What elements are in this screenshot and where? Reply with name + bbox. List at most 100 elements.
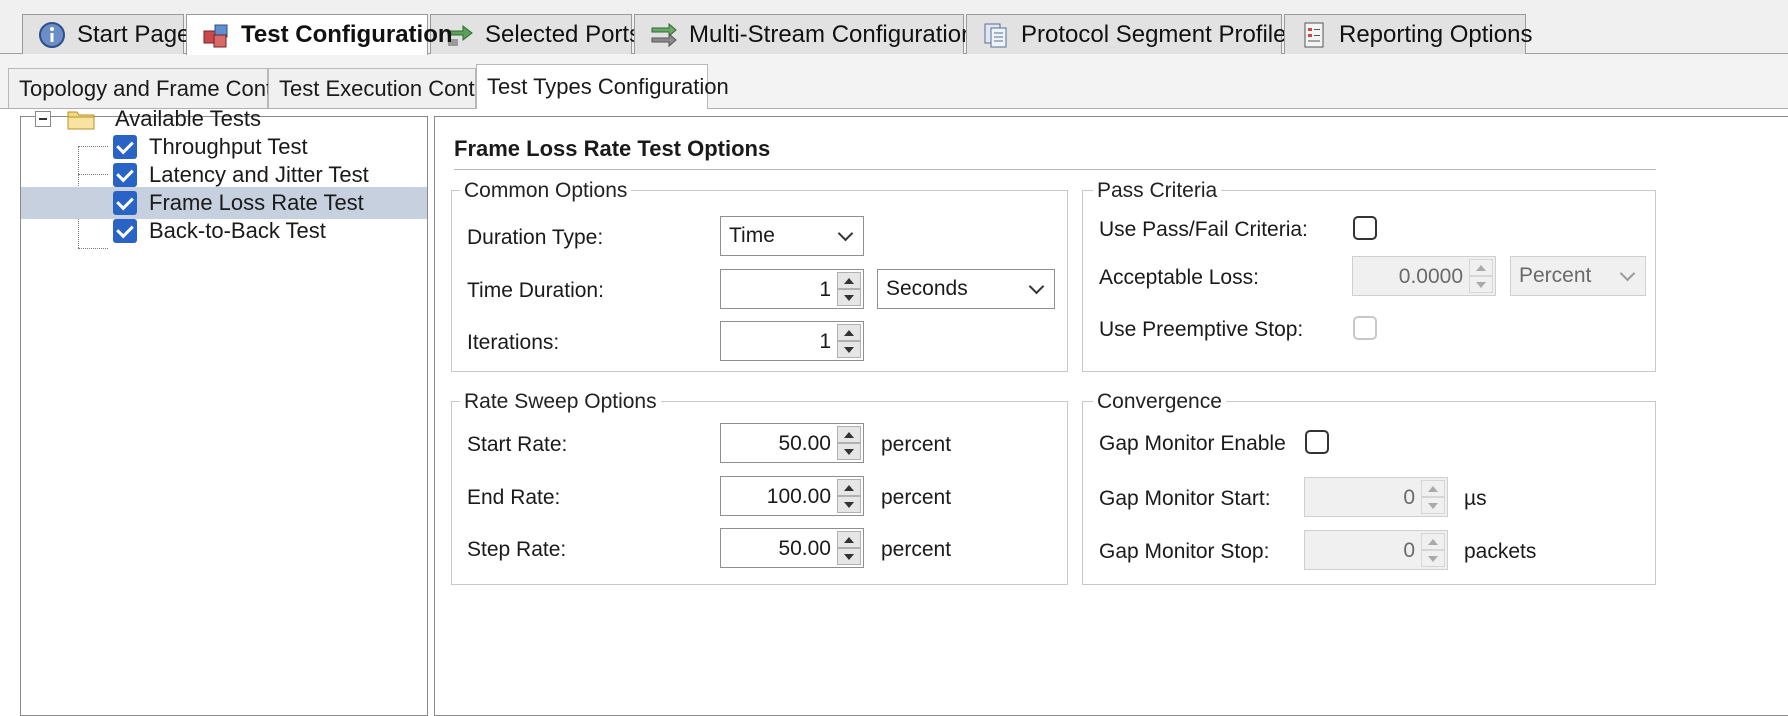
chevron-down-icon	[1028, 278, 1045, 295]
spin-down-icon[interactable]	[837, 548, 861, 565]
checkbox-checked-icon[interactable]	[113, 219, 137, 243]
end-rate-label: End Rate:	[467, 486, 561, 509]
multi-stream-icon	[649, 20, 679, 50]
tree-item-label: Throughput Test	[149, 134, 308, 159]
main-tab-strip: Start Page Test Configuration Selected P…	[0, 0, 1788, 55]
tab-label: Selected Ports	[485, 20, 642, 48]
spinner-value: 1	[819, 278, 831, 301]
duration-type-label: Duration Type:	[467, 226, 604, 249]
tree-connector	[78, 248, 108, 249]
tab-test-configuration[interactable]: Test Configuration	[186, 14, 453, 55]
step-rate-spinner[interactable]: 50.00	[720, 528, 864, 568]
use-pass-fail-checkbox[interactable]	[1353, 216, 1377, 240]
gap-monitor-stop-spinner[interactable]: 0	[1304, 530, 1448, 570]
tab-label: Start Page	[77, 20, 191, 48]
tab-topology-and-frame-content[interactable]: Topology and Frame Content	[8, 68, 303, 108]
tab-label: Topology and Frame Content	[19, 75, 303, 101]
tab-label: Multi-Stream Configuration	[689, 20, 975, 48]
time-duration-spinner[interactable]: 1	[720, 269, 864, 309]
tab-label: Reporting Options	[1339, 20, 1533, 48]
spin-down-icon[interactable]	[1421, 550, 1445, 567]
group-label: Pass Criteria	[1093, 179, 1222, 203]
spin-up-icon[interactable]	[1469, 259, 1493, 276]
tree-item-back-to-back-test[interactable]: Back-to-Back Test	[21, 215, 427, 247]
spinner-value: 50.00	[778, 537, 831, 560]
start-rate-spinner[interactable]: 50.00	[720, 423, 864, 463]
checkbox-checked-icon[interactable]	[113, 163, 137, 187]
group-label: Common Options	[460, 179, 632, 203]
gap-monitor-stop-label: Gap Monitor Stop:	[1099, 540, 1270, 563]
tab-label: Test Types Configuration	[487, 74, 729, 99]
tab-test-execution-control[interactable]: Test Execution Control	[268, 68, 499, 108]
spin-down-icon[interactable]	[837, 289, 861, 306]
acceptable-loss-unit-select[interactable]: Percent	[1510, 256, 1646, 296]
iterations-label: Iterations:	[467, 331, 560, 354]
tab-label: Test Execution Control	[279, 75, 500, 101]
report-icon	[1299, 20, 1329, 50]
iterations-spinner[interactable]: 1	[720, 321, 864, 361]
time-unit-select[interactable]: Seconds	[877, 269, 1055, 309]
tab-test-types-configuration[interactable]: Test Types Configuration	[476, 64, 729, 109]
spin-up-icon[interactable]	[837, 272, 861, 289]
tab-multi-stream-configuration[interactable]: Multi-Stream Configuration	[634, 14, 974, 54]
use-pass-fail-label: Use Pass/Fail Criteria:	[1099, 218, 1308, 241]
step-rate-label: Step Rate:	[467, 538, 567, 561]
spin-down-icon[interactable]	[837, 496, 861, 513]
spin-up-icon[interactable]	[1421, 480, 1445, 497]
gap-monitor-enable-label: Gap Monitor Enable	[1099, 432, 1286, 455]
select-value: Percent	[1519, 264, 1592, 287]
end-rate-spinner[interactable]: 100.00	[720, 476, 864, 516]
gap-monitor-enable-checkbox[interactable]	[1305, 430, 1329, 454]
spin-up-icon[interactable]	[837, 426, 861, 443]
acceptable-loss-label: Acceptable Loss:	[1099, 266, 1259, 289]
spin-down-icon[interactable]	[837, 443, 861, 460]
preemptive-stop-checkbox[interactable]	[1353, 316, 1377, 340]
spinner-value: 0	[1403, 486, 1415, 509]
tree-root-label: Available Tests	[115, 106, 261, 131]
tab-label: Protocol Segment Profiles	[1021, 20, 1299, 48]
spinner-value: 0.0000	[1398, 265, 1463, 288]
tab-label: Test Configuration	[241, 21, 453, 48]
start-rate-label: Start Rate:	[467, 433, 568, 456]
tab-reporting-options[interactable]: Reporting Options	[1284, 14, 1532, 54]
preemptive-stop-label: Use Preemptive Stop:	[1099, 318, 1304, 341]
spin-up-icon[interactable]	[837, 479, 861, 496]
panel-title: Frame Loss Rate Test Options	[454, 136, 771, 161]
step-rate-unit: percent	[881, 538, 952, 561]
gap-monitor-start-spinner[interactable]: 0	[1304, 477, 1448, 517]
available-tests-tree: Available Tests Throughput Test Latency …	[20, 106, 428, 716]
tab-protocol-segment-profiles[interactable]: Protocol Segment Profiles	[966, 14, 1298, 54]
checkbox-checked-icon[interactable]	[113, 191, 137, 215]
spinner-value: 1	[819, 330, 831, 353]
duration-type-select[interactable]: Time	[720, 216, 864, 256]
info-icon	[37, 20, 67, 50]
select-value: Time	[729, 224, 775, 247]
collapse-icon[interactable]	[35, 111, 51, 127]
spin-down-icon[interactable]	[1421, 497, 1445, 514]
spin-down-icon[interactable]	[1469, 276, 1493, 293]
checkbox-checked-icon[interactable]	[113, 135, 137, 159]
title-divider	[454, 169, 1656, 170]
chevron-down-icon	[1619, 265, 1636, 282]
start-rate-unit: percent	[881, 433, 952, 456]
acceptable-loss-spinner[interactable]: 0.0000	[1352, 256, 1496, 296]
spin-up-icon[interactable]	[1421, 533, 1445, 550]
spinner-value: 50.00	[778, 432, 831, 455]
spin-down-icon[interactable]	[837, 341, 861, 358]
documents-icon	[981, 20, 1011, 50]
tree-item-label: Latency and Jitter Test	[149, 162, 369, 187]
gap-monitor-stop-unit: packets	[1464, 540, 1537, 563]
tab-start-page[interactable]: Start Page	[22, 14, 190, 54]
tree-item-label: Back-to-Back Test	[149, 218, 326, 243]
sub-tab-strip: Topology and Frame Content Test Executio…	[0, 54, 1788, 109]
group-label: Convergence	[1093, 390, 1226, 414]
chevron-down-icon	[837, 225, 854, 242]
gap-monitor-start-unit: µs	[1464, 487, 1487, 510]
spinner-value: 100.00	[766, 485, 831, 508]
cubes-icon	[201, 20, 231, 50]
spin-up-icon[interactable]	[837, 324, 861, 341]
time-duration-label: Time Duration:	[467, 279, 604, 302]
spin-up-icon[interactable]	[837, 531, 861, 548]
tab-selected-ports[interactable]: Selected Ports	[430, 14, 641, 54]
select-value: Seconds	[886, 277, 968, 300]
